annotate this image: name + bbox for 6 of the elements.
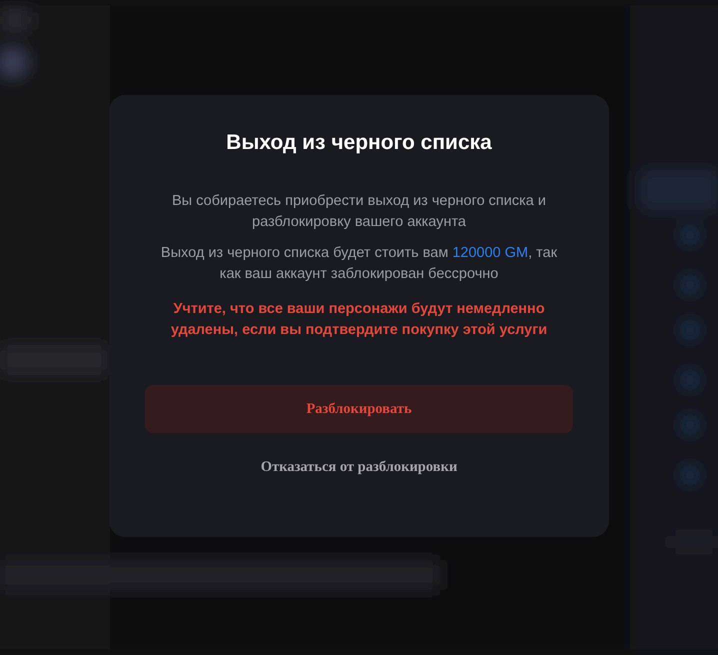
cancel-link[interactable]: Отказаться от разблокировки [260,459,458,476]
dialog-title: Выход из черного списка [226,131,492,155]
warning-text: Учтите, что все ваши персонажи будут немедленно удалены, если вы подтвердите покупку этой услуги [170,300,548,340]
unblock-button[interactable]: Разблокировать [145,385,573,433]
description-text: Вы собираетесь приобрести выход из черного списка и разблокировку вашего аккаунта [171,192,547,232]
price-note: Выход из черного списка будет стоить вам 120000 GM, так как ваш аккаунт заблокирован бессрочно [160,244,558,284]
